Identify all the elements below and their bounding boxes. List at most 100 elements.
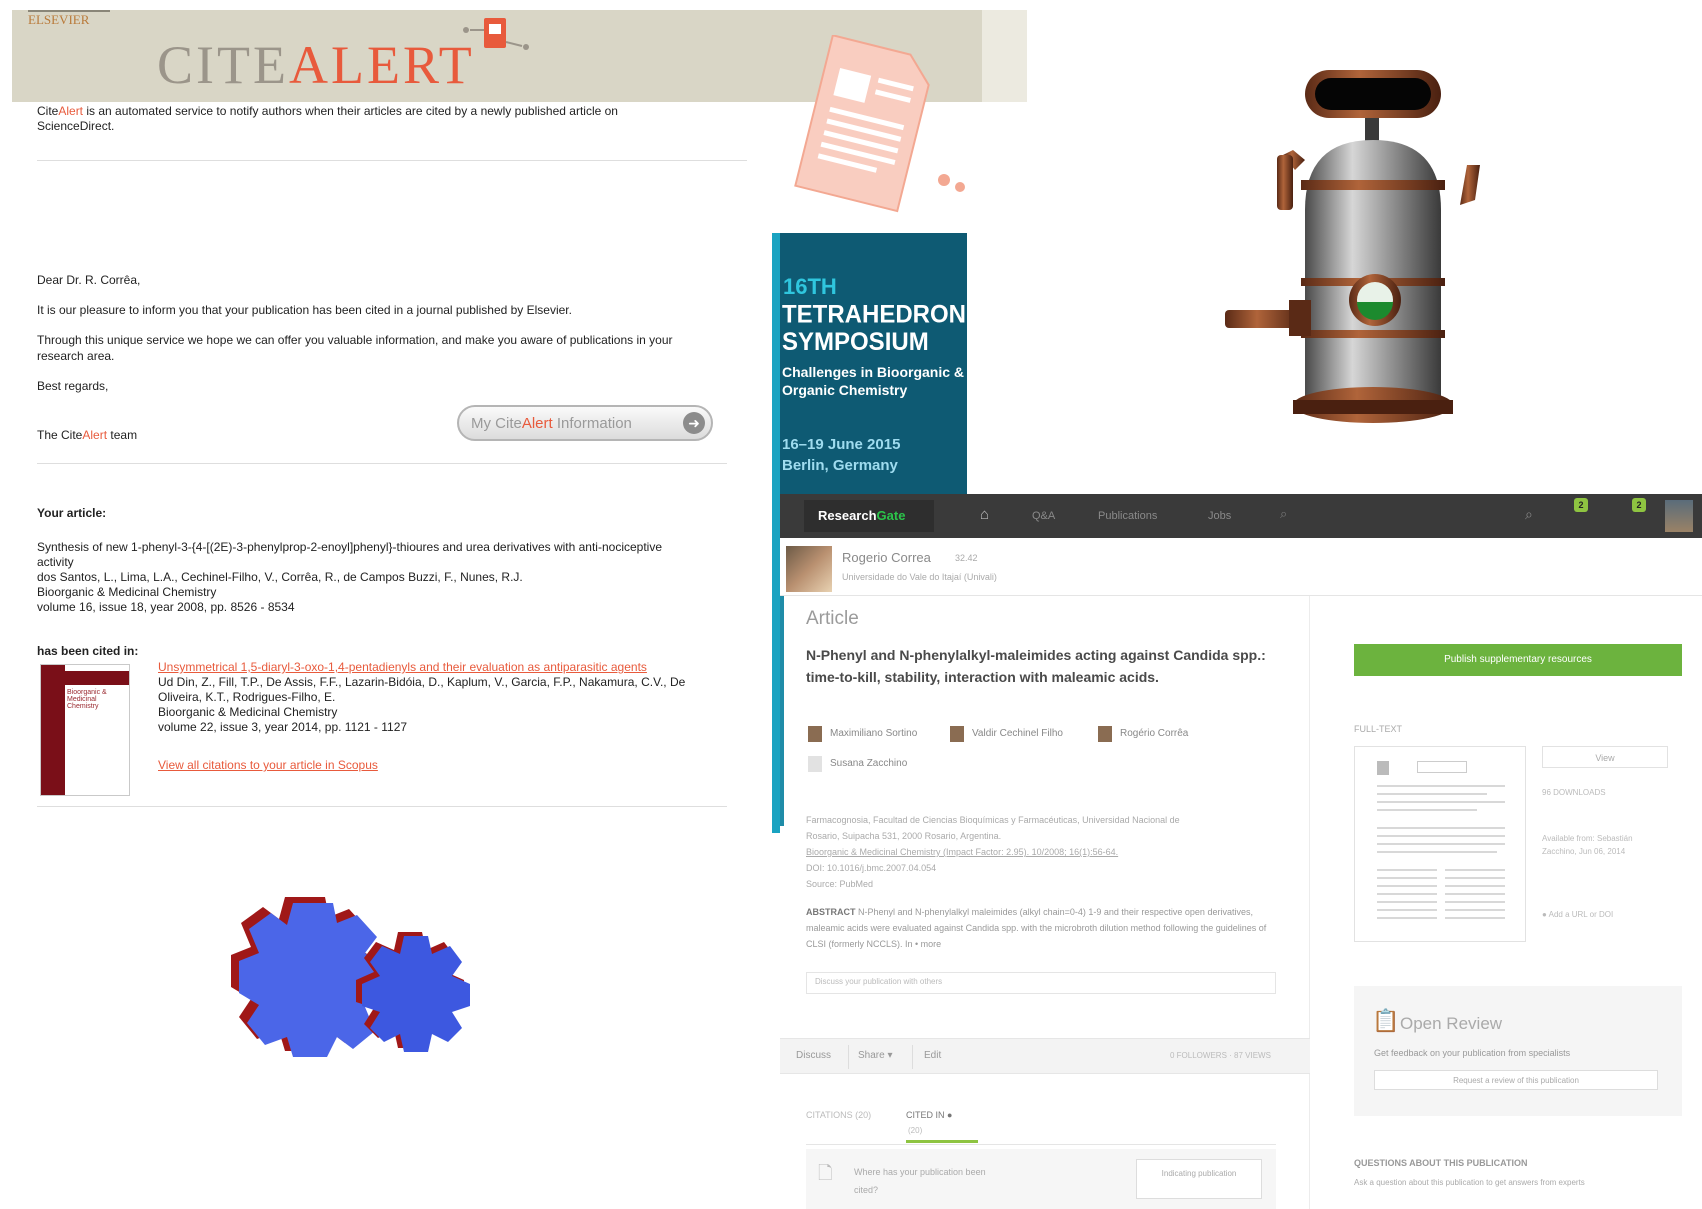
open-review-text: Get feedback on your publication from sp… xyxy=(1374,1048,1571,1058)
arrow-right-icon: ➜ xyxy=(683,412,705,434)
paragraph: Through this unique service we hope we c… xyxy=(37,333,673,363)
edit-button[interactable]: Edit xyxy=(924,1050,941,1061)
your-article-heading: Your article: xyxy=(37,506,107,520)
ad-title: TETRAHEDRON SYMPOSIUM xyxy=(782,300,966,357)
pdf-line xyxy=(1377,901,1437,903)
article-title: N-Phenyl and N-phenylalkyl-maleimides ac… xyxy=(806,647,1266,685)
pdf-line xyxy=(1377,885,1437,887)
nav-qa[interactable]: Q&A xyxy=(1032,510,1055,522)
citing-article-link[interactable]: Unsymmetrical 1,5-diaryl-3-oxo-1,4-penta… xyxy=(158,660,723,675)
document-icon: 🗋 xyxy=(818,1163,833,1183)
document-illustration-icon xyxy=(794,35,965,213)
divider xyxy=(912,1045,913,1069)
view-button[interactable]: View xyxy=(1542,746,1668,768)
article-type-label: Article xyxy=(806,608,859,629)
indicate-publication-button[interactable]: Indicating publication xyxy=(1136,1159,1262,1199)
robot-illustration xyxy=(1225,70,1480,423)
nav-publications[interactable]: Publications xyxy=(1098,510,1157,522)
author-avatar[interactable] xyxy=(808,726,822,742)
divider xyxy=(848,1045,849,1069)
pdf-line xyxy=(1377,827,1505,829)
pdf-line xyxy=(1377,785,1505,787)
document-network-icon xyxy=(463,18,529,50)
your-article: Synthesis of new 1-phenyl-3-{4-[(2E)-3-p… xyxy=(37,540,663,614)
pdf-line xyxy=(1377,843,1505,845)
header-side xyxy=(982,10,1027,102)
comment-input[interactable]: Discuss your publication with others xyxy=(806,972,1276,994)
follower-stats: 0 FOLLOWERS · 87 VIEWS xyxy=(1170,1051,1271,1060)
divider xyxy=(37,160,747,161)
nav-jobs[interactable]: Jobs xyxy=(1208,510,1231,522)
home-icon[interactable]: ⌂ xyxy=(980,506,989,523)
pdf-line xyxy=(1377,917,1437,919)
pdf-line xyxy=(1377,877,1437,879)
questions-heading: QUESTIONS ABOUT THIS PUBLICATION xyxy=(1354,1158,1528,1168)
publish-supplementary-button[interactable]: Publish supplementary resources xyxy=(1354,644,1682,676)
pdf-line xyxy=(1377,893,1437,895)
downloads-count: 96 DOWNLOADS xyxy=(1542,788,1606,797)
active-tab-indicator xyxy=(906,1140,978,1143)
search-field-icon[interactable]: ⌕ xyxy=(1280,506,1287,522)
researchgate-page: ResearchGate ⌂ Q&A Publications Jobs ⌕ ⌕… xyxy=(780,494,1702,1209)
elsevier-logo: ELSEVIER xyxy=(28,10,111,27)
author-link[interactable]: Rogério Corrêa xyxy=(1120,728,1188,739)
logo-cite-text: CITE xyxy=(157,35,289,95)
profile-bar: Rogerio Correa 32.42 Universidade do Val… xyxy=(780,538,1702,596)
notification-badge[interactable]: 2 xyxy=(1574,498,1588,512)
search-icon[interactable]: ⌕ xyxy=(1525,506,1533,523)
pdf-line xyxy=(1377,869,1437,871)
cover-spine xyxy=(41,665,65,795)
discuss-button[interactable]: Discuss xyxy=(796,1050,831,1061)
rg-score: 32.42 xyxy=(955,553,978,563)
author-avatar[interactable] xyxy=(808,756,822,772)
ad-dates: 16–19 June 2015 Berlin, Germany xyxy=(782,436,901,474)
tab-citations[interactable]: CITATIONS (20) xyxy=(806,1110,871,1120)
my-citealert-information-button[interactable]: My CiteAlert Information ➜ xyxy=(457,405,713,441)
journal-link[interactable]: Bioorganic & Medicinal Chemistry (Impact… xyxy=(806,844,1276,860)
pdf-preview[interactable] xyxy=(1354,746,1526,942)
author-link[interactable]: Maximiliano Sortino xyxy=(830,728,917,739)
regards: Best regards, xyxy=(37,379,109,393)
cited-in-box: 🗋 Where has your publication been cited?… xyxy=(806,1149,1276,1209)
citealert-logo: CITEALERT xyxy=(157,38,475,92)
ad-edition: 16TH xyxy=(783,274,837,299)
clipboard-icon: 📋 xyxy=(1372,1008,1400,1033)
pdf-line xyxy=(1445,885,1505,887)
profile-name[interactable]: Rogerio Correa xyxy=(842,550,931,565)
pdf-logo-icon xyxy=(1377,761,1389,775)
divider xyxy=(37,806,727,807)
action-bar: Discuss Share ▾ Edit 0 FOLLOWERS · 87 VI… xyxy=(780,1038,1310,1074)
available-from: Available from: Sebastián Zacchino, Jun … xyxy=(1542,834,1633,856)
cited-in-heading: has been cited in: xyxy=(37,644,139,658)
top-navigation: ResearchGate ⌂ Q&A Publications Jobs ⌕ ⌕… xyxy=(780,494,1702,538)
tab-cited-in[interactable]: CITED IN ● xyxy=(906,1110,952,1120)
pdf-line xyxy=(1445,869,1505,871)
author-avatar[interactable] xyxy=(1098,726,1112,742)
request-review-button[interactable]: Request a review of this publication xyxy=(1374,1070,1658,1090)
logo-alert-text: ALERT xyxy=(288,35,475,95)
share-button[interactable]: Share ▾ xyxy=(858,1050,892,1061)
author-avatar[interactable] xyxy=(950,726,964,742)
view-all-citations-link[interactable]: View all citations to your article in Sc… xyxy=(158,758,378,772)
cited-question: Where has your publication been cited? xyxy=(854,1167,986,1195)
add-url-link[interactable]: ● Add a URL or DOI xyxy=(1542,908,1652,921)
citing-article: Unsymmetrical 1,5-diaryl-3-oxo-1,4-penta… xyxy=(158,660,723,735)
cover-title: Bioorganic & Medicinal Chemistry xyxy=(67,689,107,710)
message-badge[interactable]: 2 xyxy=(1632,498,1646,512)
accent-strip xyxy=(780,596,784,826)
author-link[interactable]: Susana Zacchino xyxy=(830,758,907,769)
abstract: ABSTRACT N-Phenyl and N-phenylalkyl male… xyxy=(806,907,1267,949)
profile-avatar[interactable] xyxy=(786,546,832,592)
researchgate-logo[interactable]: ResearchGate xyxy=(818,508,905,523)
email-body: Dear Dr. R. Corrêa, It is our pleasure t… xyxy=(37,272,727,408)
ad-subtitle: Challenges in Bioorganic & Organic Chemi… xyxy=(782,364,965,398)
pdf-line xyxy=(1445,893,1505,895)
open-review-panel: 📋 Open Review Get feedback on your publi… xyxy=(1354,986,1682,1116)
journal-cover-thumbnail[interactable]: Bioorganic & Medicinal Chemistry xyxy=(40,664,130,796)
pdf-line xyxy=(1377,835,1505,837)
author-link[interactable]: Valdir Cechinel Filho xyxy=(972,728,1063,739)
divider xyxy=(37,463,727,464)
avatar[interactable] xyxy=(1665,500,1693,532)
article-metadata: Farmacognosia, Facultad de Ciencias Bioq… xyxy=(806,812,1276,892)
pdf-line xyxy=(1377,793,1487,795)
